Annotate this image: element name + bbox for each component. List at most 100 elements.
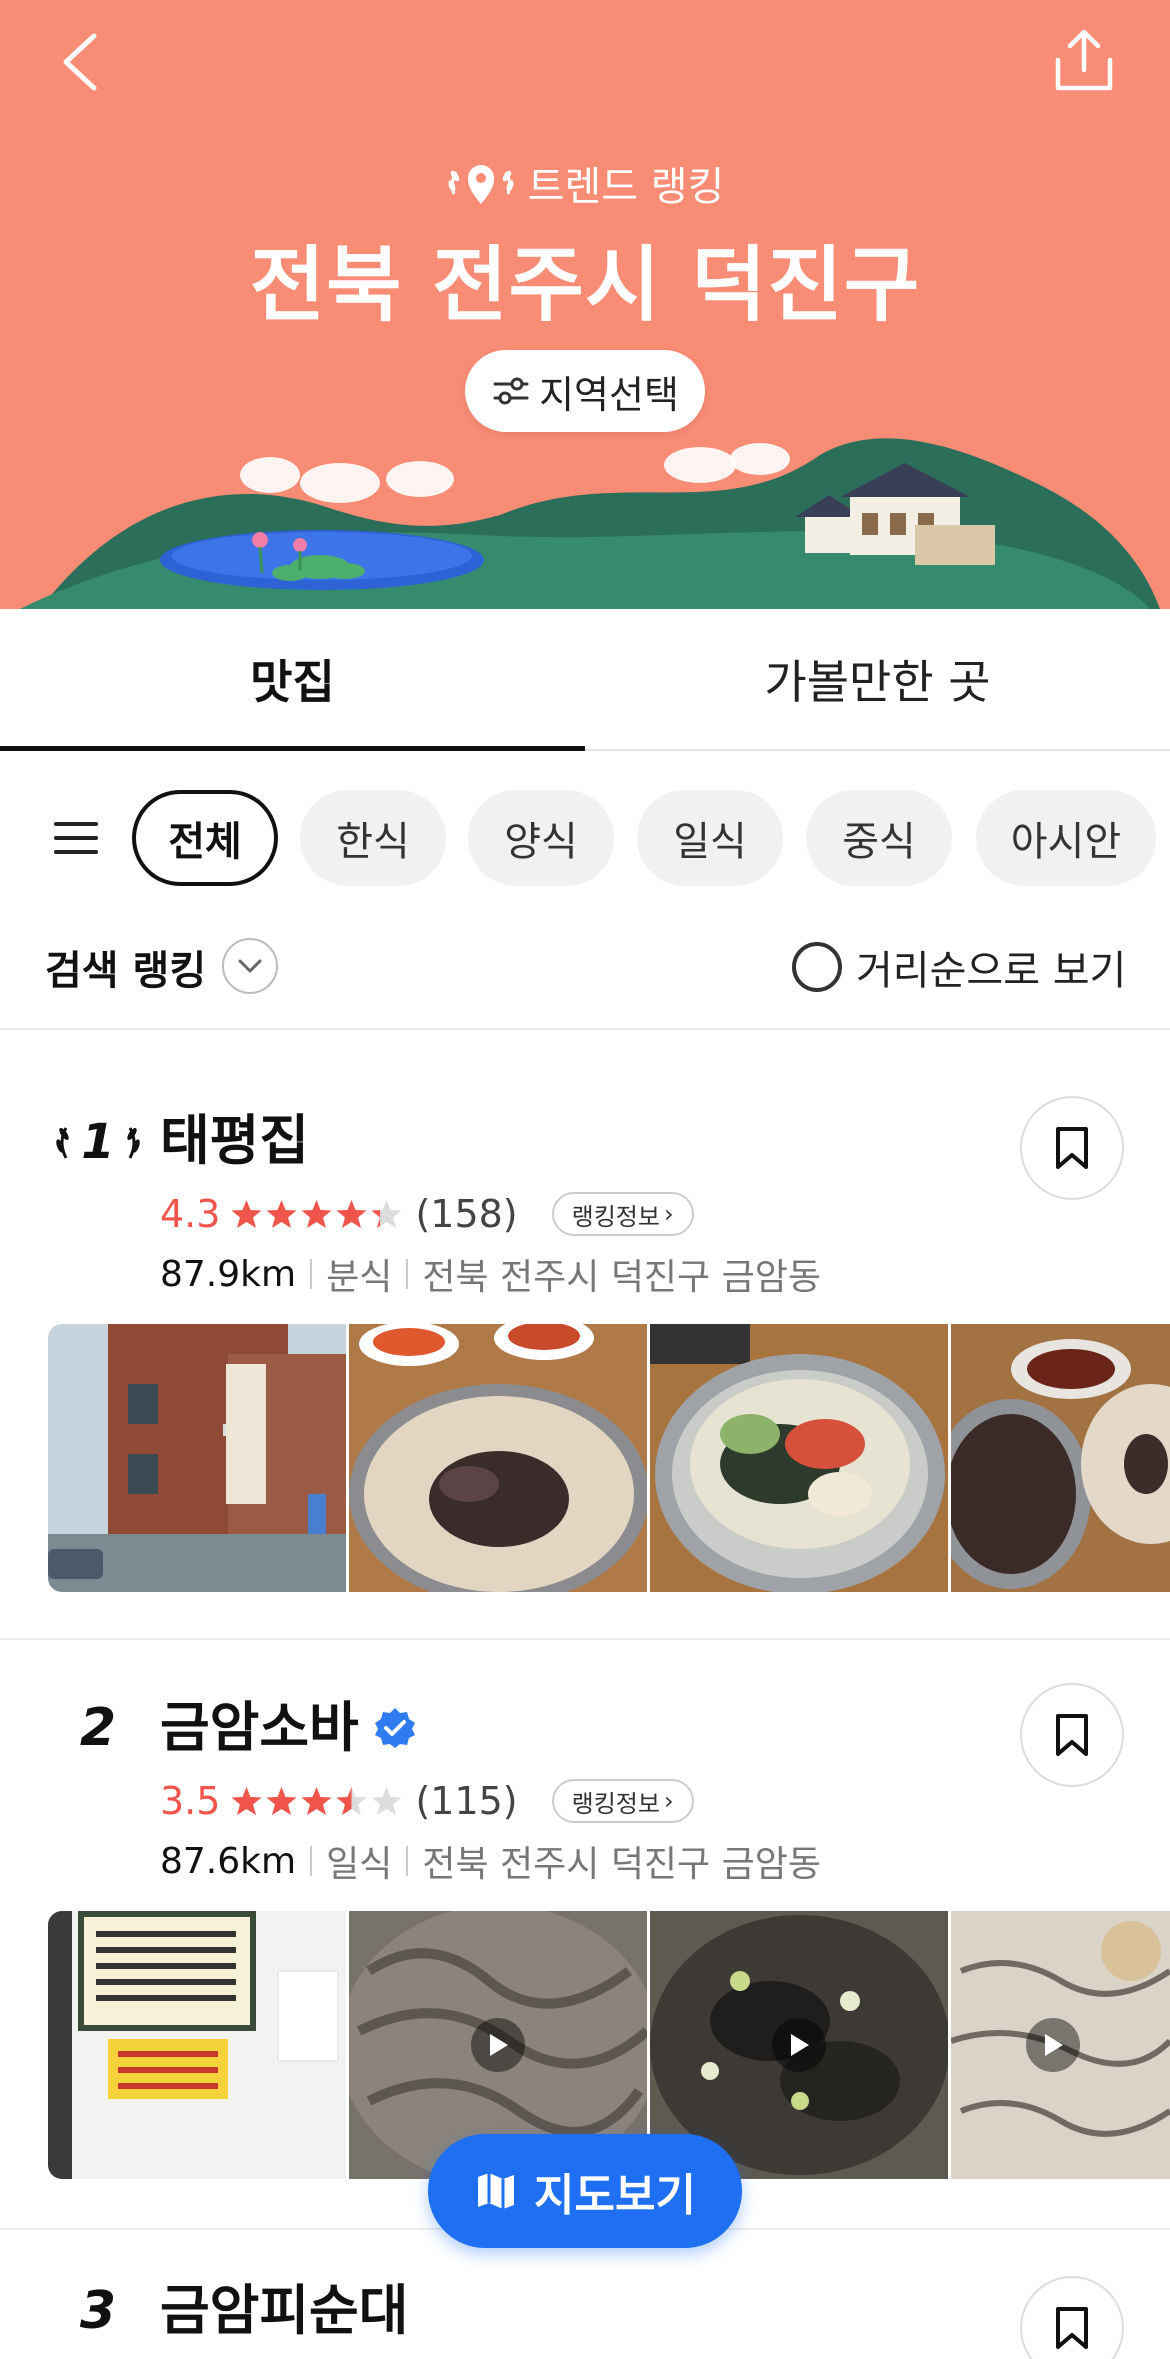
tab-attractions[interactable]: 가볼만한 곳 <box>585 609 1170 749</box>
landscape-illustration <box>20 438 1160 609</box>
map-icon <box>478 2173 515 2209</box>
photo-thumbnail[interactable] <box>48 1324 346 1592</box>
sort-bar: 검색 랭킹 거리순으로 보기 <box>0 920 1170 1030</box>
star-icon <box>336 1787 367 1815</box>
star-icon <box>231 1200 262 1228</box>
restaurant-name[interactable]: 금암피순대 <box>160 2276 408 2346</box>
bookmark-button[interactable] <box>1020 2276 1124 2359</box>
photo-thumbnail[interactable] <box>650 1324 948 1592</box>
distance: 87.9km <box>160 1253 297 1295</box>
address: 전북 전주시 덕진구 금암동 <box>422 1257 821 1298</box>
share-icon <box>1055 29 1113 91</box>
ranking-info-label: 랭킹정보 <box>571 1202 660 1231</box>
bookmark-button[interactable] <box>1020 1683 1124 1787</box>
buckwheat-noodle-photo <box>951 1324 1170 1592</box>
region-select-button[interactable]: 지역선택 <box>465 350 705 432</box>
photo-strip[interactable] <box>48 1324 1170 1592</box>
category-chip-asian[interactable]: 아시안 <box>976 790 1156 886</box>
verified-badge-icon <box>374 1708 415 1748</box>
trend-ranking-badge: 트렌드 랭킹 <box>0 155 1170 211</box>
rating-row: 4.3 (158) 랭킹정보 › <box>160 1184 694 1244</box>
cold-bean-noodle-photo <box>349 1324 647 1592</box>
distance-sort-toggle[interactable]: 거리순으로 보기 <box>792 938 1126 996</box>
bookmark-button[interactable] <box>1020 1096 1124 1200</box>
star-icon <box>301 1200 332 1228</box>
distance: 87.6km <box>160 1840 297 1882</box>
review-count[interactable]: (115) <box>415 1779 517 1823</box>
separator <box>406 1259 409 1289</box>
star-icon <box>301 1787 332 1815</box>
building-photo <box>48 1324 346 1592</box>
restaurant-name[interactable]: 태평집 <box>160 1106 309 1176</box>
chevron-right-icon: › <box>663 1787 674 1815</box>
star-icon <box>371 1200 402 1228</box>
menu-board-photo <box>48 1911 346 2179</box>
tab-restaurants[interactable]: 맛집 <box>0 609 585 751</box>
restaurant-list-item[interactable]: 1 태평집 4.3 (158) 랭킹정보 › 87.9km 분식 전북 전주시 … <box>0 1096 1170 1592</box>
photo-thumbnail[interactable] <box>951 1911 1170 2179</box>
chevron-down-icon <box>238 959 262 973</box>
category-filter-bar: 전체 한식 양식 일식 중식 아시안 <box>0 786 1170 890</box>
rating-row: 3.5 (115) 랭킹정보 › <box>160 1771 694 1831</box>
chevron-right-icon: › <box>663 1200 674 1228</box>
rating-value: 3.5 <box>160 1779 221 1823</box>
map-view-button[interactable]: 지도보기 <box>428 2134 742 2248</box>
restaurant-list-item[interactable]: 2 금암소바 3.5 (115) 랭킹정보 › 87.6km 일식 전북 전주시… <box>0 1683 1170 2183</box>
category: 분식 <box>326 1257 393 1298</box>
address: 전북 전주시 덕진구 금암동 <box>422 1844 821 1885</box>
salad-noodle-photo <box>650 1324 948 1592</box>
star-icon <box>266 1787 297 1815</box>
rating-value: 4.3 <box>160 1192 221 1236</box>
sort-label[interactable]: 검색 랭킹 <box>45 938 206 996</box>
rank-badge: 3 <box>79 2281 117 2341</box>
trend-ranking-label: 트렌드 랭킹 <box>527 164 725 210</box>
list-divider <box>0 1638 1170 1640</box>
rank-badge: 2 <box>79 1698 117 1758</box>
restaurant-name-text: 금암피순대 <box>160 2279 409 2342</box>
category-chip-japanese[interactable]: 일식 <box>637 790 783 886</box>
star-icon <box>336 1200 367 1228</box>
region-select-label: 지역선택 <box>539 372 679 417</box>
star-rating <box>230 1198 403 1230</box>
radio-unchecked-icon[interactable] <box>792 942 842 992</box>
category-chip-korean[interactable]: 한식 <box>300 790 446 886</box>
restaurant-name-text: 금암소바 <box>160 1696 359 1759</box>
star-icon <box>266 1200 297 1228</box>
separator <box>310 1259 313 1289</box>
category-chip-western[interactable]: 양식 <box>468 790 614 886</box>
separator <box>406 1846 409 1876</box>
category: 일식 <box>326 1844 393 1885</box>
ranking-info-button[interactable]: 랭킹정보 › <box>551 1779 694 1823</box>
ranking-info-label: 랭킹정보 <box>571 1789 660 1818</box>
region-title: 전북 전주시 덕진구 <box>249 238 921 333</box>
review-count[interactable]: (158) <box>415 1192 517 1236</box>
filter-sliders-icon <box>493 377 529 405</box>
distance-sort-label: 거리순으로 보기 <box>856 948 1127 994</box>
back-button[interactable] <box>52 22 112 102</box>
share-button[interactable] <box>1052 26 1116 96</box>
photo-thumbnail[interactable] <box>349 1324 647 1592</box>
category-chip-all[interactable]: 전체 <box>132 790 278 886</box>
play-video-icon[interactable] <box>772 2018 826 2072</box>
main-tabs: 맛집 가볼만한 곳 <box>0 609 1170 751</box>
ranking-info-button[interactable]: 랭킹정보 › <box>551 1192 694 1236</box>
star-rating <box>230 1785 403 1817</box>
category-chip-chinese[interactable]: 중식 <box>806 790 952 886</box>
restaurant-meta: 87.6km 일식 전북 전주시 덕진구 금암동 <box>160 1833 821 1889</box>
play-video-icon[interactable] <box>471 2018 525 2072</box>
star-icon <box>231 1787 262 1815</box>
sort-dropdown-button[interactable] <box>222 938 278 994</box>
play-video-icon[interactable] <box>1026 2018 1080 2072</box>
restaurant-name[interactable]: 금암소바 <box>160 1693 417 1763</box>
rank-number: 1 <box>81 1114 114 1170</box>
menu-icon[interactable] <box>52 816 100 860</box>
bookmark-icon <box>1056 1127 1088 1169</box>
laurel-rank-icon: 1 <box>56 1114 140 1170</box>
restaurant-name-text: 태평집 <box>160 1109 310 1172</box>
photo-thumbnail[interactable] <box>951 1324 1170 1592</box>
laurel-pin-icon <box>448 165 514 204</box>
photo-thumbnail[interactable] <box>48 1911 346 2179</box>
restaurant-list-item[interactable]: 3 금암피순대 <box>0 2276 1170 2359</box>
rank-badge: 1 <box>52 1106 144 1176</box>
region-header: 트렌드 랭킹 전북 전주시 덕진구 지역선택 <box>0 0 1170 609</box>
